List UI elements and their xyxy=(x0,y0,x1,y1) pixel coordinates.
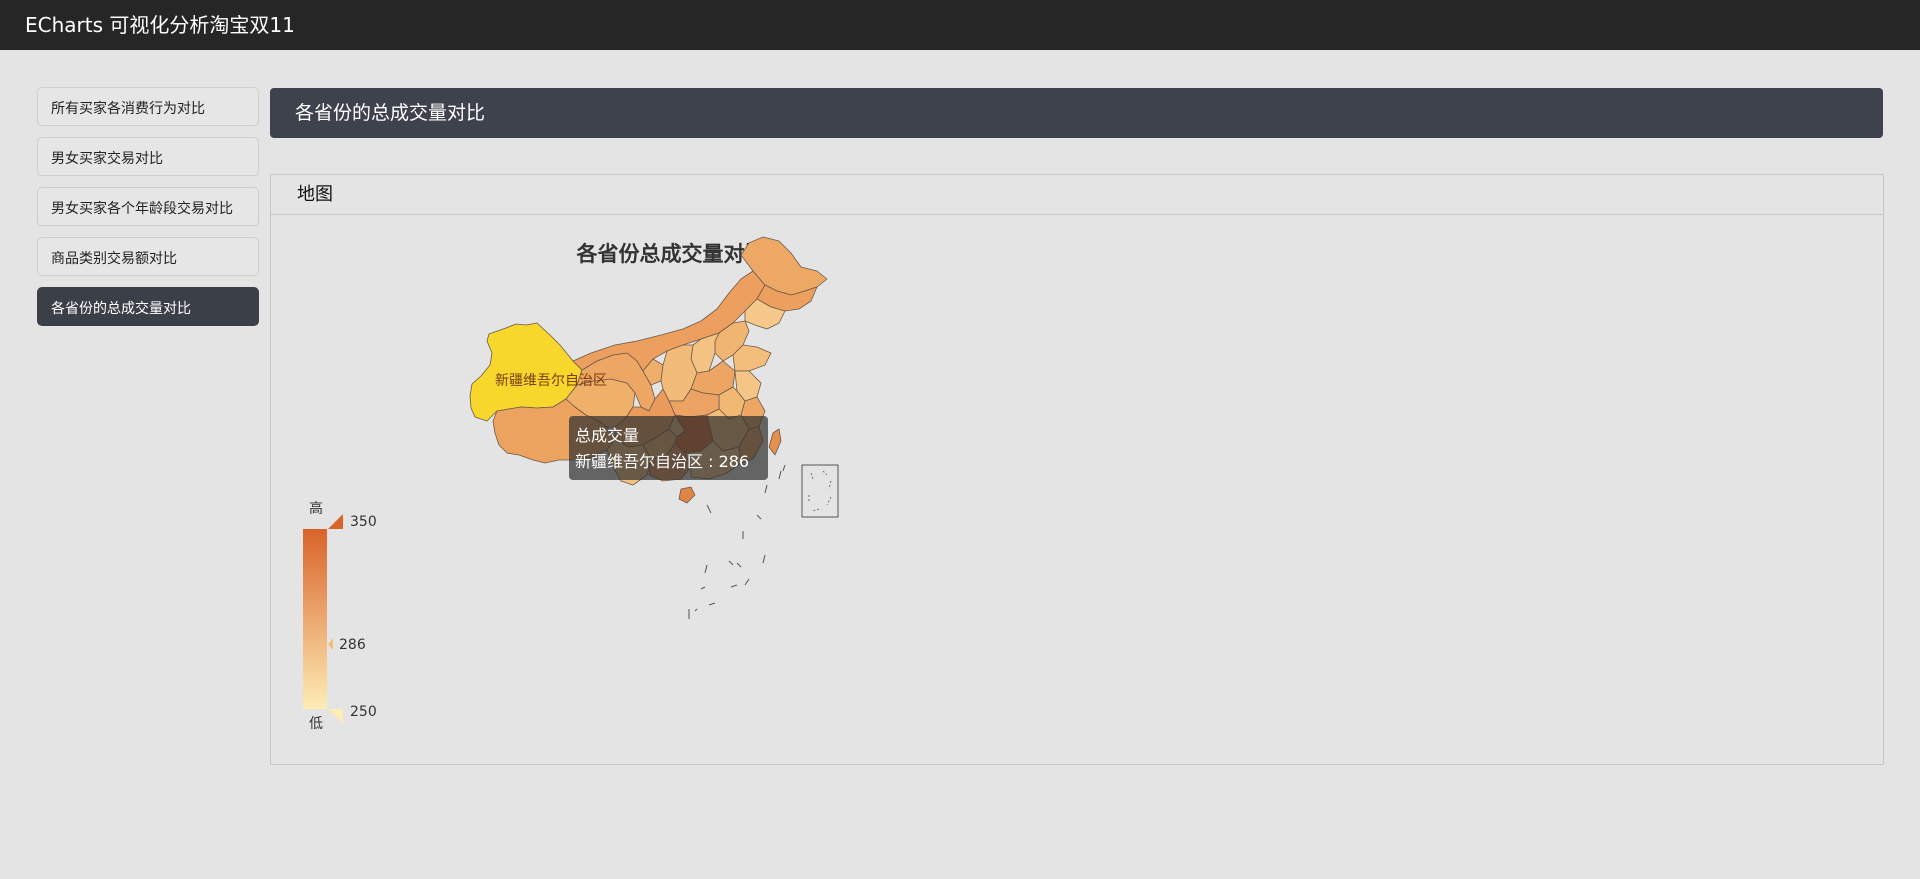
top-navbar: ECharts 可视化分析淘宝双11 xyxy=(0,0,1920,50)
highlighted-region-label: 新疆维吾尔自治区 xyxy=(495,373,607,389)
visual-map-bar[interactable] xyxy=(303,529,327,709)
south-sea-inset xyxy=(801,464,839,518)
map-tooltip: 总成交量 新疆维吾尔自治区 : 286 xyxy=(569,416,768,480)
province-hainan[interactable] xyxy=(678,486,696,504)
sidebar-item-province-volume[interactable]: 各省份的总成交量对比 xyxy=(37,287,259,326)
visual-map-max-handle[interactable] xyxy=(328,514,343,529)
sidebar-item-consumer-behavior[interactable]: 所有买家各消费行为对比 xyxy=(37,87,259,126)
visual-map-legend[interactable]: 高 350 250 286 低 xyxy=(303,500,377,732)
page-header: 各省份的总成交量对比 xyxy=(270,88,1883,138)
visual-map-min-label: 250 xyxy=(350,704,377,720)
map-panel: 地图 各省份总成交量对比 新疆维吾尔自治区 总成交量 新疆维吾尔自治区: 28… xyxy=(270,174,1884,765)
visual-map-max-label: 350 xyxy=(350,514,377,530)
sidebar-item-gender-age-trade[interactable]: 男女买家各个年龄段交易对比 xyxy=(37,187,259,226)
province-shandong[interactable] xyxy=(732,344,772,372)
sidebar: 所有买家各消费行为对比 男女买家交易对比 男女买家各个年龄段交易对比 商品类别交… xyxy=(37,87,259,337)
tooltip-value: 新疆维吾尔自治区 : 286 xyxy=(575,452,749,471)
page-title: 各省份的总成交量对比 xyxy=(295,102,486,124)
tooltip-title: 总成交量 xyxy=(575,426,639,445)
south-sea-islands xyxy=(688,464,786,619)
app-title[interactable]: ECharts 可视化分析淘宝双11 xyxy=(25,12,295,38)
province-taiwan[interactable] xyxy=(768,428,782,456)
visual-map-indicator-label: 286 xyxy=(339,637,366,653)
visual-map-low-text: 低 xyxy=(309,716,323,732)
chart-title: 各省份总成交量对比 xyxy=(576,242,766,266)
china-map-chart[interactable]: 各省份总成交量对比 新疆维吾尔自治区 总成交量 新疆维吾尔自治区: 286 高… xyxy=(271,175,1883,764)
visual-map-indicator xyxy=(328,638,333,651)
sidebar-item-gender-trade[interactable]: 男女买家交易对比 xyxy=(37,137,259,176)
visual-map-min-handle[interactable] xyxy=(328,709,343,724)
visual-map-high-text: 高 xyxy=(309,500,323,517)
sidebar-item-category-amount[interactable]: 商品类别交易额对比 xyxy=(37,237,259,276)
